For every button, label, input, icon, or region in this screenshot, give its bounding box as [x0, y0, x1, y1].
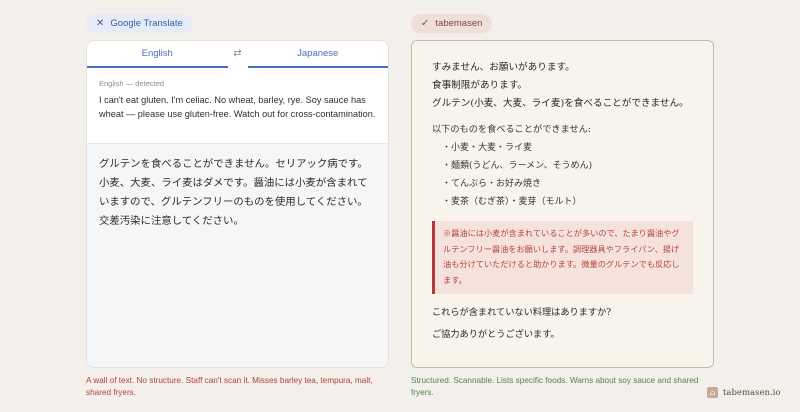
- gluten-line: グルテン(小麦、大麦、ライ麦)を食べることができません。: [432, 98, 689, 109]
- list-item: てんぷら・お好み焼き: [442, 175, 693, 193]
- swap-languages-icon[interactable]: ⇄: [233, 48, 241, 59]
- detected-language: English — detected: [99, 79, 165, 88]
- list-item: 麺類(うどん、ラーメン、そうめん): [442, 157, 693, 175]
- tabemasen-caption: Structured. Scannable. Lists specific fo…: [411, 376, 699, 397]
- logo-icon: ⌂: [707, 387, 718, 398]
- food-list: 小麦・大麦・ライ麦 麺類(うどん、ラーメン、そうめん) てんぷら・お好み焼き 麦…: [432, 139, 693, 211]
- tab-english[interactable]: English: [87, 41, 228, 68]
- translation-text: グルテンを食べることができません。セリアック病です。小麦、大麦、ライ麦はダメです…: [99, 158, 368, 227]
- tabemasen-badge: ✓ tabemasen: [411, 14, 493, 33]
- logo-text: tabemasen.io: [723, 387, 781, 398]
- food-list-title: 以下のものを食べることができません:: [432, 124, 592, 135]
- tabemasen-logo[interactable]: ⌂ tabemasen.io: [707, 387, 781, 398]
- list-item: 小麦・大麦・ライ麦: [442, 139, 693, 157]
- question-line: これらが含まれていない料理はありますか?: [432, 307, 612, 318]
- tabemasen-badge-label: tabemasen: [435, 18, 483, 29]
- google-translate-badge: ✕ Google Translate: [86, 14, 193, 33]
- source-area[interactable]: English — detected I can't eat gluten. I…: [87, 68, 388, 143]
- soy-sauce-warning: ※醤油には小麦が含まれていることが多いので、たまり醤油やグルテンフリー醤油をお願…: [432, 221, 693, 294]
- language-tabs: English ⇄ Japanese: [87, 41, 388, 68]
- tabemasen-card: すみません、お願いがあります。 食事制限があります。 グルテン(小麦、大麦、ライ…: [411, 40, 714, 368]
- google-translate-panel: English ⇄ Japanese English — detected I …: [86, 40, 389, 368]
- tab-japanese[interactable]: Japanese: [247, 41, 388, 68]
- close-icon: ✕: [96, 17, 105, 29]
- translation-output: グルテンを食べることができません。セリアック病です。小麦、大麦、ライ麦はダメです…: [87, 143, 388, 367]
- greeting-line: すみません、お願いがあります。: [432, 62, 575, 73]
- list-item: 麦茶（むぎ茶）・麦芽（モルト）: [442, 193, 693, 211]
- google-translate-badge-label: Google Translate: [110, 18, 183, 29]
- google-translate-caption: A wall of text. No structure. Staff can'…: [86, 376, 373, 397]
- check-icon: ✓: [421, 17, 430, 29]
- thanks-line: ご協力ありがとうございます。: [432, 329, 560, 340]
- restriction-line: 食事制限があります。: [432, 80, 527, 91]
- source-text[interactable]: I can't eat gluten. I'm celiac. No wheat…: [99, 93, 376, 121]
